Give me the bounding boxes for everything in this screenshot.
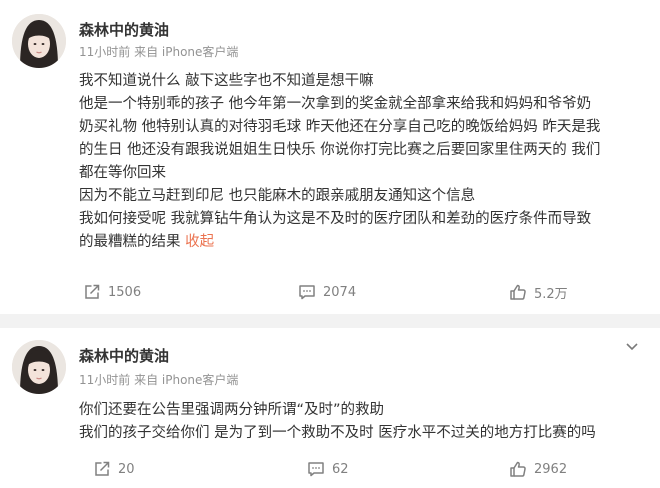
content-line: 因为不能立马赶到印尼 也只能麻木的跟亲戚朋友通知这个信息: [79, 188, 476, 204]
avatar[interactable]: [12, 340, 66, 394]
thumbs-up-icon: [510, 284, 526, 300]
content-line: 都在等你回来: [79, 165, 166, 181]
content-line: 我不知道说什么 敲下这些字也不知道是想干嘛: [79, 73, 374, 89]
repost-icon: [85, 284, 100, 299]
content-line: 奶买礼物 他特别认真的对待羽毛球 昨天他还在分享自己吃的晚饭给妈妈 昨天是我: [79, 119, 601, 135]
post-content: 我不知道说什么 敲下这些字也不知道是想干嘛 他是一个特别乖的孩子 他今年第一次拿…: [79, 70, 651, 254]
post-menu-button[interactable]: [624, 338, 640, 354]
repost-button[interactable]: 20: [92, 457, 135, 481]
comment-icon: [299, 285, 315, 300]
content-line-last: 的最糟糕的结果 收起: [79, 231, 651, 254]
action-bar: 20 62 2962: [0, 457, 660, 481]
username[interactable]: 森林中的黄油: [79, 347, 169, 365]
content-line: 他是一个特别乖的孩子 他今年第一次拿到的奖金就全部拿来给我和妈妈和爷爷奶: [79, 96, 592, 112]
weibo-post: 森林中的黄油 11小时前 来自 iPhone客户端 我不知道说什么 敲下这些字也…: [0, 0, 660, 314]
content-line: 我们的孩子交给你们 是为了到一个救助不及时 医疗水平不过关的地方打比赛的吗: [79, 425, 596, 441]
comment-button[interactable]: 2074: [297, 280, 356, 304]
post-meta: 11小时前 来自 iPhone客户端: [79, 373, 239, 387]
comment-button[interactable]: 62: [306, 457, 349, 481]
thumbs-up-icon: [510, 461, 526, 477]
repost-count: 20: [118, 461, 135, 477]
username[interactable]: 森林中的黄油: [79, 21, 169, 39]
content-line: 我如何接受呢 我就算钻牛角认为这是不及时的医疗团队和差劲的医疗条件而导致: [79, 211, 592, 227]
comment-icon: [308, 462, 324, 477]
comment-count: 2074: [323, 284, 357, 300]
repost-count: 1506: [108, 284, 142, 300]
avatar-photo: [12, 14, 66, 68]
chevron-down-icon: [626, 343, 638, 351]
comment-count: 62: [332, 461, 349, 477]
post-meta: 11小时前 来自 iPhone客户端: [79, 45, 239, 59]
post-separator: [0, 314, 660, 328]
post-content: 你们还要在公告里强调两分钟所谓“及时”的救助 我们的孩子交给你们 是为了到一个救…: [79, 399, 651, 445]
content-line: 你们还要在公告里强调两分钟所谓“及时”的救助: [79, 402, 385, 418]
repost-icon: [95, 461, 110, 476]
collapse-link[interactable]: 收起: [185, 234, 214, 250]
repost-button[interactable]: 1506: [82, 280, 141, 304]
action-bar: 1506 2074 5.2万: [0, 280, 660, 304]
content-text: 的最糟糕的结果: [79, 234, 186, 250]
like-count: 2962: [534, 461, 568, 477]
content-line: 的生日 他还没有跟我说姐姐生日快乐 你说你打完比赛之后要回家里住两天的 我们: [79, 142, 601, 158]
like-button[interactable]: 5.2万: [508, 280, 568, 304]
like-button[interactable]: 2962: [508, 457, 567, 481]
avatar[interactable]: [12, 14, 66, 68]
like-count: 5.2万: [534, 286, 568, 302]
avatar-photo: [12, 340, 66, 394]
